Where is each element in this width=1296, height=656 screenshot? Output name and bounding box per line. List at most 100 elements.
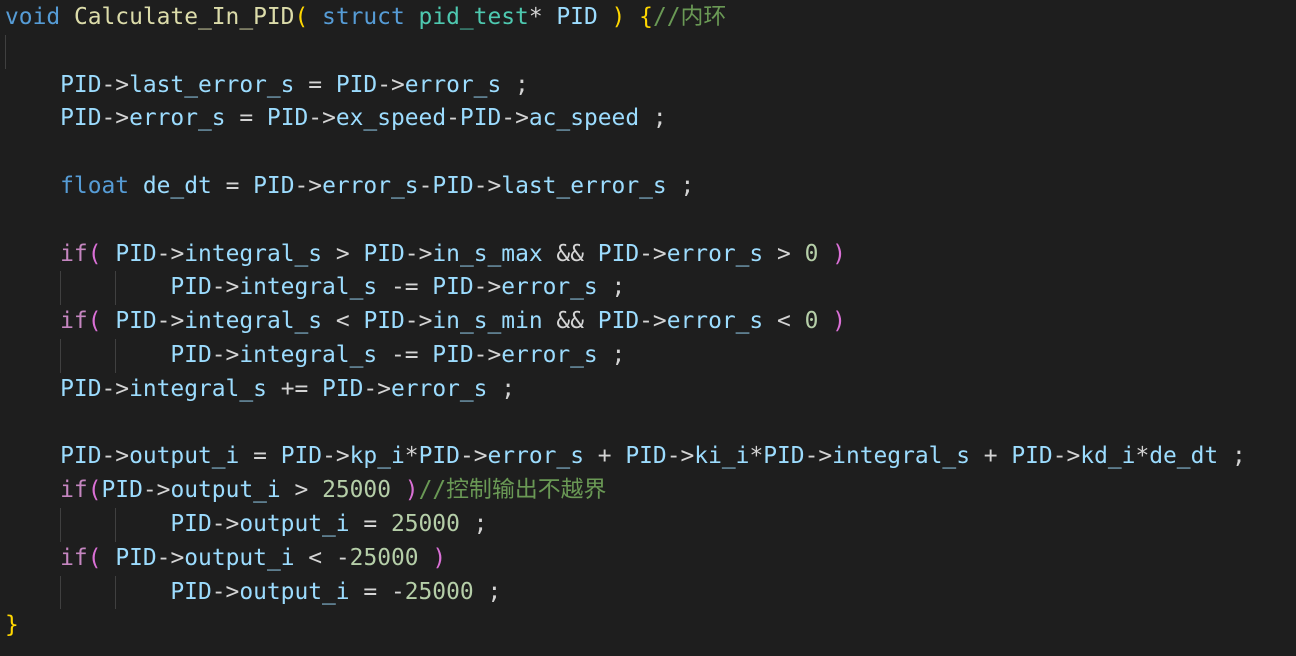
code-token: integral_s [184, 240, 323, 267]
code-token: error_s [666, 240, 764, 267]
code-token: + [970, 443, 1012, 470]
code-token: ) [432, 544, 447, 571]
code-token: && [542, 240, 598, 267]
code-token: if [60, 240, 88, 267]
code-line[interactable]: PID->integral_s += PID->error_s ; [5, 373, 1246, 407]
code-token: PID [101, 477, 143, 504]
code-token: output_i [129, 443, 240, 470]
code-token: if [60, 477, 88, 504]
code-line[interactable] [5, 407, 1246, 441]
indent-guide [5, 34, 6, 69]
code-token: -> [377, 71, 405, 98]
code-token: -> [211, 341, 240, 368]
code-token: -= [377, 274, 433, 301]
code-token: = [211, 172, 254, 199]
code-line[interactable]: float de_dt = PID->error_s-PID->last_err… [5, 170, 1246, 204]
code-token: PID [459, 105, 502, 132]
code-line[interactable] [5, 204, 1246, 238]
code-token: PID [115, 544, 157, 571]
code-line[interactable]: PID->integral_s -= PID->error_s ; [5, 271, 1246, 306]
code-token: last_error_s [129, 71, 295, 98]
code-line[interactable]: } [5, 609, 1246, 643]
code-token: error_s [666, 308, 764, 335]
code-line[interactable]: if( PID->integral_s > PID->in_s_max && P… [5, 238, 1246, 272]
code-token: output_i [239, 510, 350, 537]
code-token: output_i [184, 544, 295, 571]
code-token: de_dt [142, 172, 212, 199]
code-line[interactable]: void Calculate_In_PID( struct pid_test* … [5, 1, 1246, 35]
code-token: ( [87, 308, 102, 335]
code-line[interactable] [5, 136, 1246, 170]
code-line[interactable]: if( PID->integral_s < PID->in_s_min && P… [5, 305, 1246, 339]
indent-guide [115, 575, 117, 610]
code-token: ( [294, 4, 309, 30]
code-line[interactable]: PID->last_error_s = PID->error_s ; [5, 69, 1246, 103]
code-line[interactable]: PID->output_i = -25000 ; [5, 575, 1246, 610]
code-token: ( [87, 477, 102, 504]
code-line[interactable] [5, 34, 1246, 69]
code-token: > [322, 240, 364, 267]
code-token: error_s [322, 172, 419, 199]
code-token: in_s_max [432, 240, 543, 267]
code-token: -> [473, 341, 502, 368]
code-token: ex_speed [335, 105, 447, 132]
code-token: -> [639, 240, 667, 267]
code-token: -> [639, 308, 667, 335]
code-line[interactable]: PID->error_s = PID->ex_speed-PID->ac_spe… [5, 102, 1246, 136]
code-line[interactable]: if( PID->output_i < -25000 ) [5, 542, 1246, 576]
code-token: PID [625, 443, 667, 470]
code-token: output_i [239, 578, 350, 605]
code-token: error_s [129, 105, 226, 132]
code-token: de_dt [1149, 443, 1219, 470]
code-token: > [763, 240, 805, 267]
code-comment: //内环 [652, 4, 727, 30]
indent-guide [115, 338, 117, 373]
code-line[interactable]: PID->output_i = PID->kp_i*PID->error_s +… [5, 440, 1246, 474]
code-token: -> [804, 443, 833, 470]
code-token: -> [211, 578, 240, 605]
code-token: ; [639, 105, 667, 132]
code-token: ) [832, 240, 846, 267]
code-token: = [239, 443, 281, 470]
code-token: Calculate_In_PID [73, 4, 295, 30]
code-token: PID [115, 308, 157, 335]
code-token: PID [60, 105, 102, 132]
code-token: ; [459, 510, 488, 537]
code-token: -> [101, 375, 130, 402]
code-token: ( [87, 544, 102, 571]
code-editor[interactable]: void Calculate_In_PID( struct pid_test* … [5, 1, 1246, 643]
code-line[interactable]: PID->integral_s -= PID->error_s ; [5, 338, 1246, 373]
code-token: ; [473, 578, 502, 605]
code-token: PID [335, 71, 378, 98]
code-token: PID [432, 274, 474, 301]
indent-guide [60, 507, 62, 542]
code-token: { [639, 4, 653, 30]
code-token: = - [349, 578, 405, 605]
code-token: -> [666, 443, 695, 470]
code-token: 0 [804, 240, 819, 267]
indent-guide [60, 338, 62, 373]
code-token: + [584, 443, 626, 470]
code-token: last_error_s [501, 172, 667, 199]
code-line[interactable]: if(PID->output_i > 25000 )//控制输出不越界 [5, 474, 1246, 508]
code-token: ) [832, 308, 846, 335]
code-token: PID [170, 578, 212, 605]
code-token: && [542, 308, 598, 335]
code-token: PID [60, 443, 102, 470]
code-line[interactable]: PID->output_i = 25000 ; [5, 507, 1246, 542]
code-token: -> [211, 274, 240, 301]
code-token: = [349, 510, 391, 537]
code-comment: //控制输出不越界 [418, 477, 607, 504]
code-token: PID [170, 510, 212, 537]
code-token: PID [556, 4, 598, 30]
code-token: ; [597, 274, 626, 301]
code-token: PID [60, 71, 102, 98]
code-token: - [418, 172, 433, 199]
